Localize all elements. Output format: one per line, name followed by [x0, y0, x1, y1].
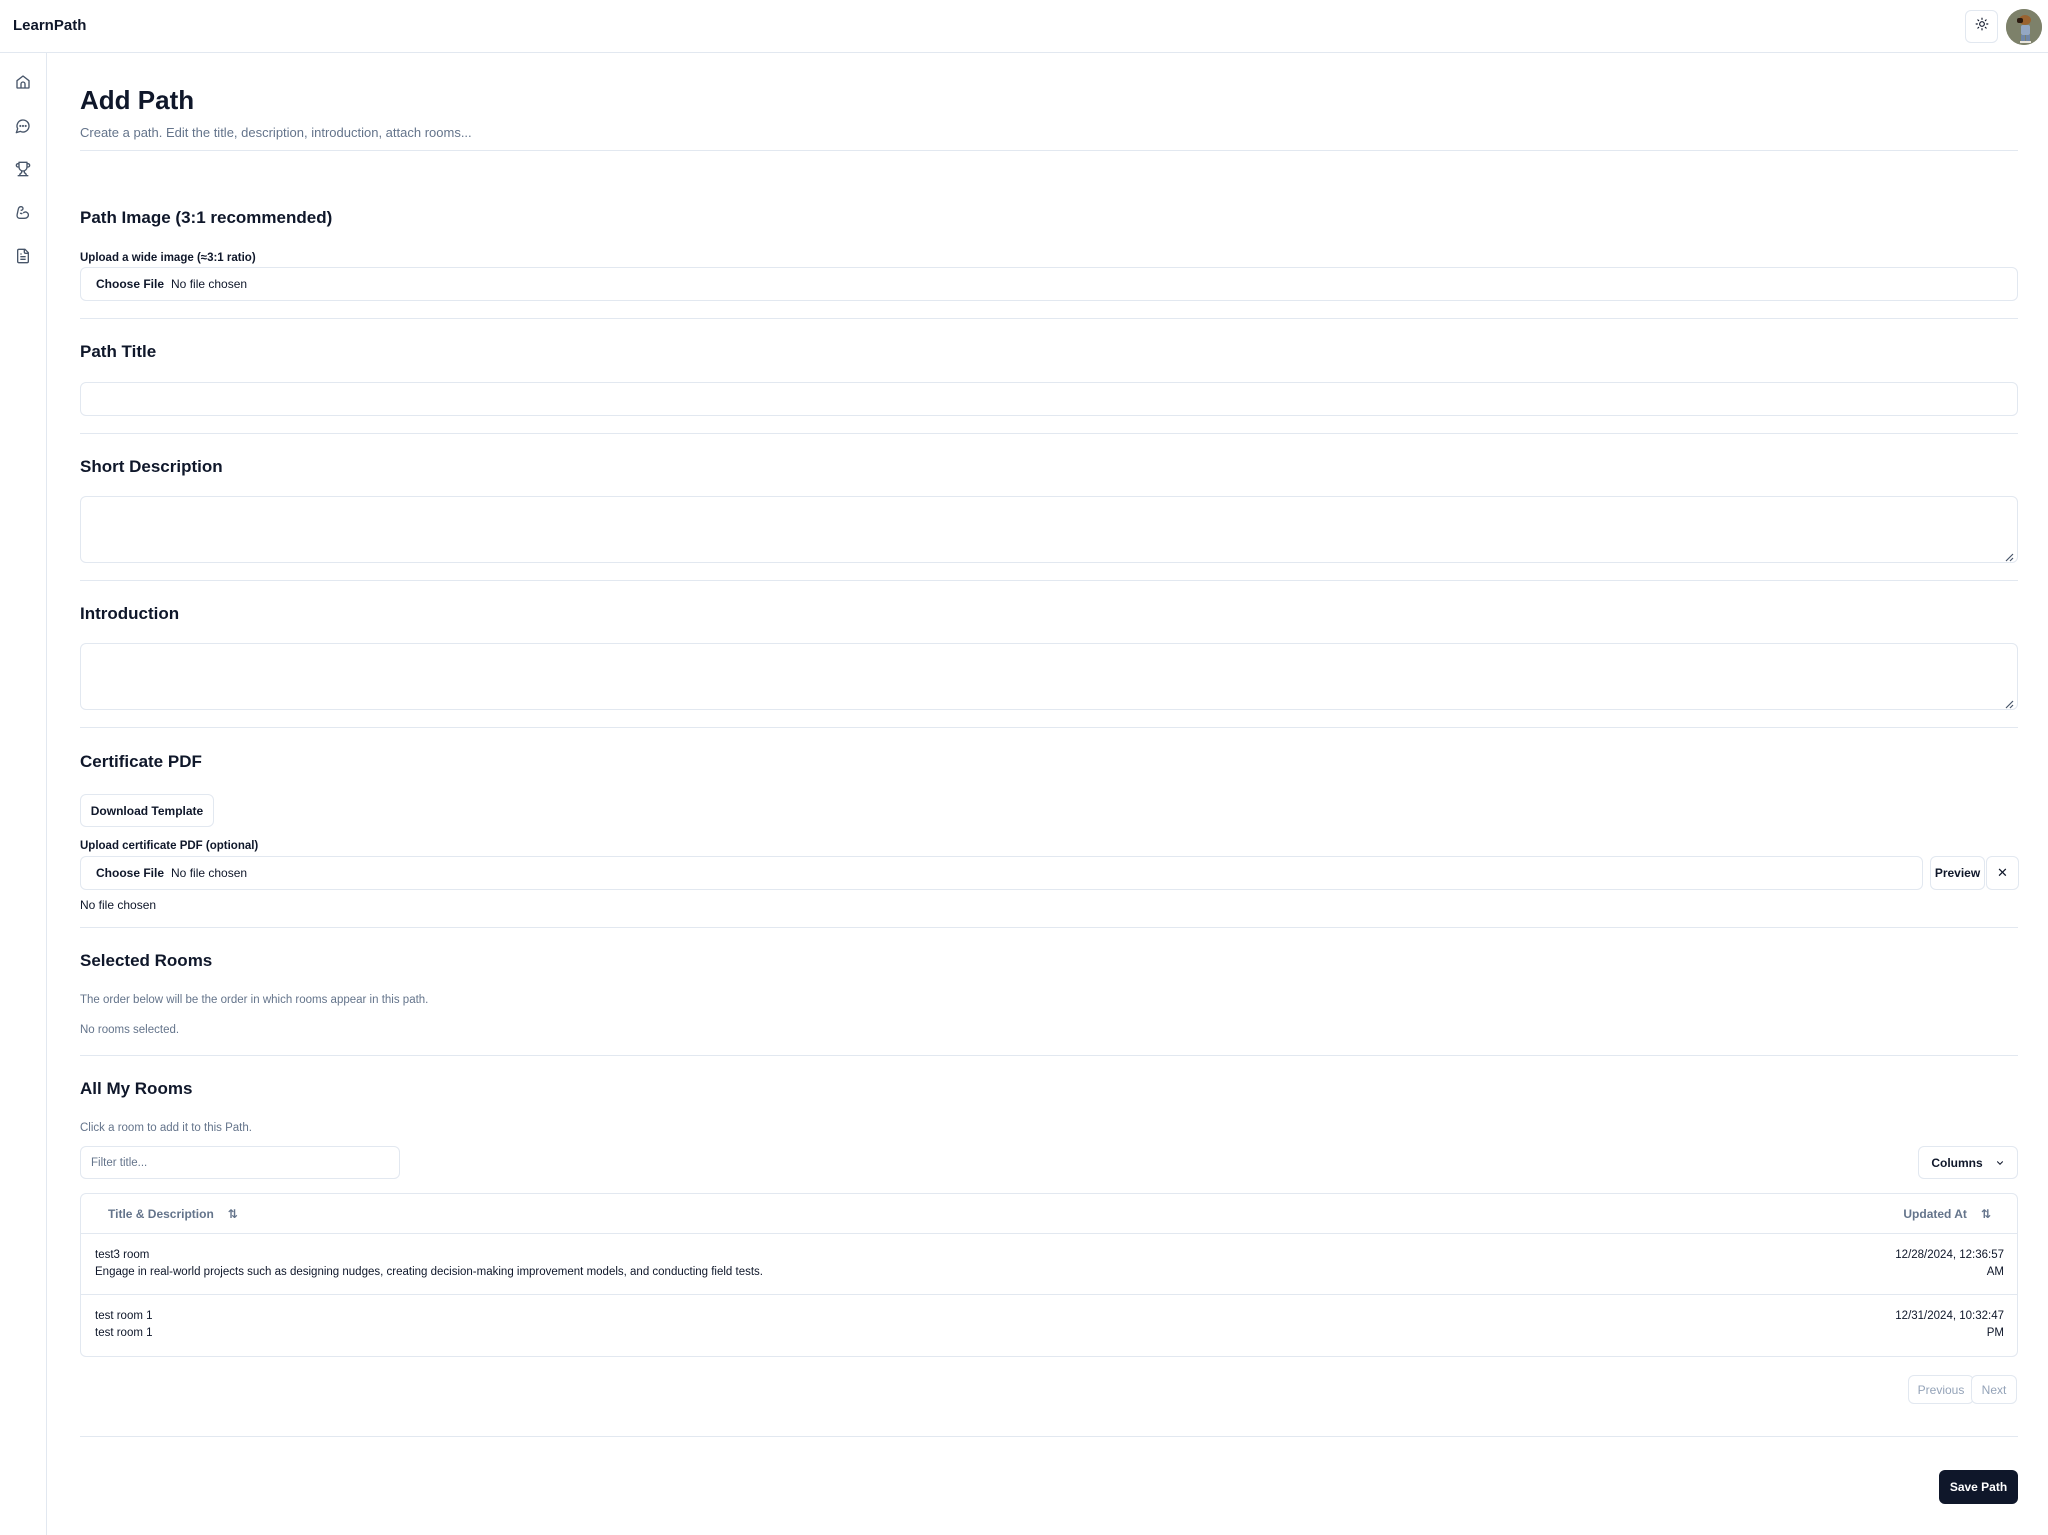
short-description-heading: Short Description: [80, 457, 223, 476]
brand-logo[interactable]: LearnPath: [13, 17, 86, 34]
previous-page-button[interactable]: Previous: [1908, 1375, 1974, 1404]
sort-icon: ⇅: [1980, 1207, 1991, 1221]
certificate-status-text: No file chosen: [80, 898, 157, 912]
user-avatar[interactable]: [2006, 9, 2042, 45]
sidebar-item-home[interactable]: [13, 74, 33, 94]
column-title-description[interactable]: Title & Description ⇅: [108, 1194, 238, 1234]
sidebar-item-messages[interactable]: [13, 118, 33, 138]
column-updated-at[interactable]: Updated At ⇅: [1903, 1194, 1991, 1234]
room-description: test room 1: [95, 1327, 153, 1339]
introduction-heading: Introduction: [80, 604, 180, 623]
file-status: No file chosen: [171, 277, 248, 291]
divider: [80, 318, 2018, 319]
sidebar-item-documents[interactable]: [13, 248, 33, 268]
path-image-file-input[interactable]: Choose File No file chosen: [80, 267, 2018, 301]
columns-dropdown-button[interactable]: Columns: [1918, 1146, 2018, 1179]
selected-rooms-description: The order below will be the order in whi…: [80, 994, 429, 1006]
download-template-button[interactable]: Download Template: [80, 794, 214, 827]
selected-rooms-heading: Selected Rooms: [80, 951, 213, 970]
save-path-button[interactable]: Save Path: [1939, 1470, 2018, 1504]
room-title: test room 1: [95, 1310, 153, 1322]
theme-toggle-button[interactable]: [1965, 10, 1998, 43]
choose-file-button[interactable]: Choose File: [96, 866, 164, 880]
sort-icon: ⇅: [227, 1207, 238, 1221]
page-title: Add Path: [80, 85, 195, 115]
chevron-down-icon: [1995, 1158, 2005, 1168]
room-cell: test room 1 test room 1: [95, 1308, 153, 1342]
close-icon: ✕: [1997, 865, 2008, 880]
table-row[interactable]: test room 1 test room 1 12/31/2024, 10:3…: [81, 1295, 2017, 1356]
table-header: Title & Description ⇅ Updated At ⇅: [81, 1194, 2017, 1234]
file-status: No file chosen: [171, 866, 248, 880]
rooms-table: Title & Description ⇅ Updated At ⇅ test3…: [80, 1193, 2018, 1357]
updated-at-cell: 12/28/2024, 12:36:57 AM: [1895, 1249, 2004, 1278]
choose-file-button[interactable]: Choose File: [96, 277, 164, 291]
certificate-file-input[interactable]: Choose File No file chosen: [80, 856, 1923, 890]
top-header: LearnPath: [0, 0, 2048, 53]
path-title-input[interactable]: [80, 382, 2018, 416]
sun-icon: [1975, 17, 1989, 36]
path-image-label: Upload a wide image (≈3:1 ratio): [80, 252, 256, 264]
resize-handle-icon[interactable]: [2004, 549, 2014, 562]
next-page-button[interactable]: Next: [1971, 1375, 2017, 1404]
sidebar: [0, 53, 47, 1535]
room-description: Engage in real-world projects such as de…: [95, 1266, 764, 1278]
columns-label: Columns: [1931, 1155, 1983, 1170]
sidebar-item-training[interactable]: [13, 204, 33, 224]
short-description-textarea[interactable]: [80, 496, 2018, 563]
filter-title-input[interactable]: [80, 1146, 400, 1179]
selected-rooms-empty: No rooms selected.: [80, 1024, 180, 1036]
preview-button[interactable]: Preview: [1930, 856, 1985, 890]
path-image-heading: Path Image (3:1 recommended): [80, 208, 333, 227]
document-icon: [15, 248, 31, 269]
muscle-icon: [15, 204, 31, 225]
resize-handle-icon[interactable]: [2004, 696, 2014, 709]
room-cell: test3 room Engage in real-world projects…: [95, 1247, 763, 1281]
chat-icon: [15, 118, 31, 139]
trophy-icon: [15, 161, 31, 182]
all-rooms-heading: All My Rooms: [80, 1079, 193, 1098]
sidebar-item-achievements[interactable]: [13, 161, 33, 181]
all-rooms-description: Click a room to add it to this Path.: [80, 1122, 252, 1134]
home-icon: [15, 74, 31, 95]
divider: [80, 1055, 2018, 1056]
certificate-heading: Certificate PDF: [80, 752, 202, 771]
room-title: test3 room: [95, 1249, 150, 1261]
divider: [80, 1436, 2018, 1437]
divider: [80, 927, 2018, 928]
introduction-textarea[interactable]: [80, 643, 2018, 710]
path-title-heading: Path Title: [80, 342, 157, 361]
page-subtitle: Create a path. Edit the title, descripti…: [80, 125, 472, 140]
clear-file-button[interactable]: ✕: [1986, 856, 2019, 890]
updated-at-cell: 12/31/2024, 10:32:47 PM: [1895, 1310, 2004, 1339]
table-row[interactable]: test3 room Engage in real-world projects…: [81, 1234, 2017, 1295]
divider: [80, 150, 2018, 151]
divider: [80, 727, 2018, 728]
divider: [80, 580, 2018, 581]
divider: [80, 433, 2018, 434]
certificate-upload-label: Upload certificate PDF (optional): [80, 840, 259, 852]
